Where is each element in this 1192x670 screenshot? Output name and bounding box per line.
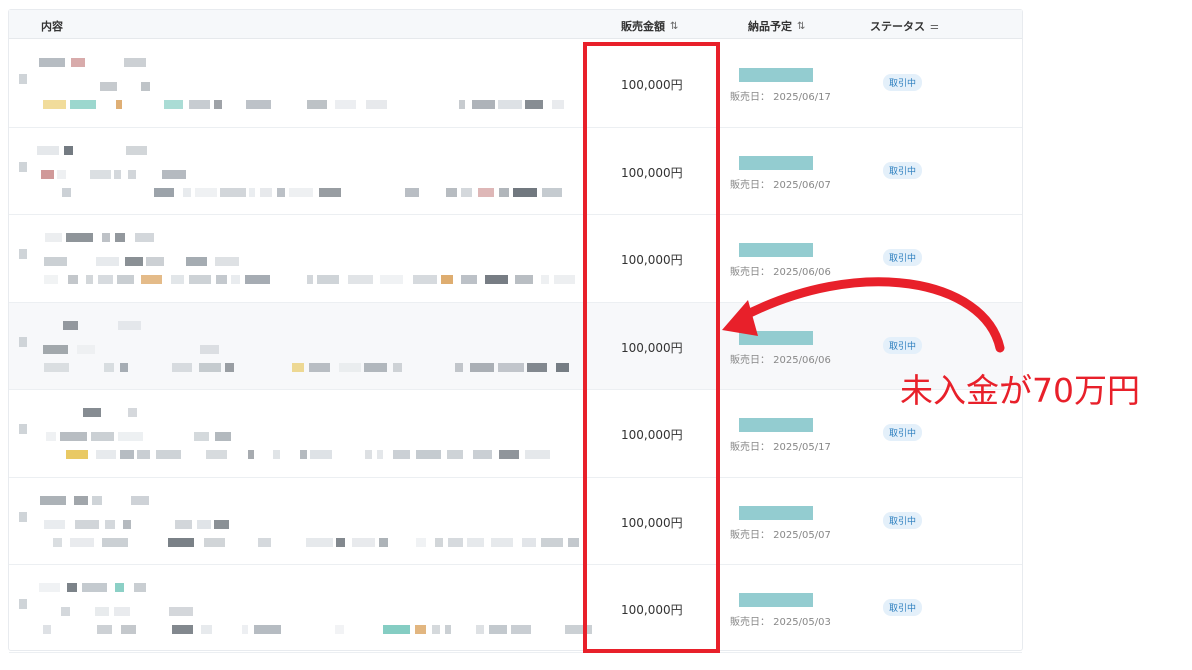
annotation-text: 未入金が70万円 — [900, 371, 1140, 410]
arrow-curve — [735, 277, 1005, 353]
arrow-head — [722, 300, 758, 336]
annotation-arrow — [722, 277, 1005, 353]
